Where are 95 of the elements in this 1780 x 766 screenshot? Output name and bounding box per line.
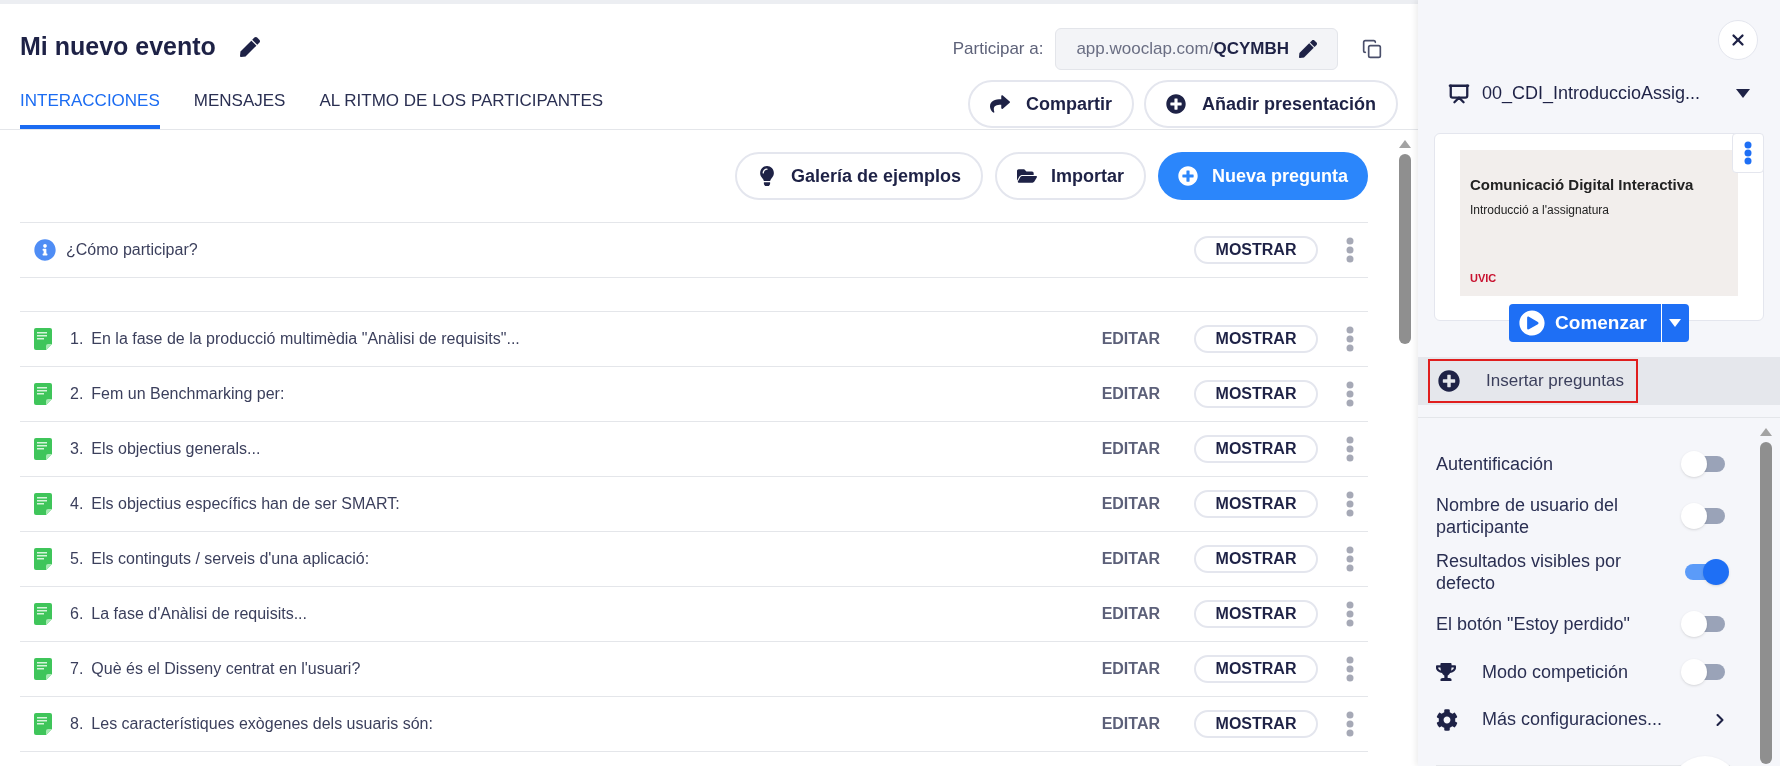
trophy-icon <box>1436 662 1456 682</box>
close-button[interactable] <box>1718 20 1758 60</box>
edit-button[interactable]: EDITAR <box>1101 602 1160 626</box>
info-icon <box>34 239 56 261</box>
question-number: 7. <box>70 659 84 679</box>
more-settings-link[interactable]: Más configuraciones... <box>1482 706 1686 733</box>
toolbar-button[interactable]: Galería de ejemplos <box>734 152 983 200</box>
presentation-icon <box>1448 82 1470 105</box>
question-number: 5. <box>70 549 84 569</box>
document-icon <box>34 603 52 625</box>
show-button[interactable]: MOSTRAR <box>1194 490 1318 518</box>
scrollbar-thumb[interactable] <box>1399 154 1411 344</box>
question-number: 4. <box>70 494 84 514</box>
question-title[interactable]: Fem un Benchmarking per: <box>91 382 1102 406</box>
edit-button[interactable]: EDITAR <box>1101 437 1160 461</box>
folder-icon <box>1016 166 1037 186</box>
slide-thumbnail[interactable]: Comunicació Digital Interactiva Introducció a l'assignatura UVIC <box>1460 150 1738 296</box>
start-button[interactable]: Comenzar <box>1509 304 1661 342</box>
event-url-field[interactable]: app.wooclap.com/QCYMBH <box>1055 28 1338 70</box>
show-button[interactable]: MOSTRAR <box>1194 236 1318 264</box>
setting-label: Resultados visibles por defecto <box>1436 549 1623 595</box>
question-number: 6. <box>70 604 84 624</box>
new-question-button[interactable]: Nueva pregunta <box>1157 152 1368 200</box>
question-title[interactable]: En la fase de la producció multimèdia "Anàlisi de requisits"... <box>91 327 1102 351</box>
tab[interactable]: INTERACCIONES <box>20 87 160 129</box>
header-button[interactable]: Compartir <box>967 80 1134 128</box>
question-title[interactable]: Les característiques exògenes dels usuaris són: <box>91 712 1102 736</box>
edit-button[interactable]: EDITAR <box>1101 492 1160 516</box>
document-icon <box>34 658 52 680</box>
question-number: 3. <box>70 439 84 459</box>
document-icon <box>34 438 52 460</box>
question-number: 2. <box>70 384 84 404</box>
scroll-up-arrow-icon[interactable] <box>1399 140 1411 148</box>
document-icon <box>34 383 52 405</box>
slide-options-button[interactable] <box>1732 133 1764 173</box>
scroll-up-arrow-icon[interactable] <box>1760 428 1772 436</box>
header-button[interactable]: Añadir presentación <box>1143 80 1398 128</box>
show-button[interactable]: MOSTRAR <box>1194 710 1318 738</box>
tab[interactable]: MENSAJES <box>193 87 286 129</box>
show-button[interactable]: MOSTRAR <box>1194 600 1318 628</box>
setting-label: Nombre de usuario del participante <box>1436 493 1620 539</box>
settings-icon <box>1436 708 1458 731</box>
edit-button[interactable]: EDITAR <box>1101 327 1160 351</box>
edit-button[interactable]: EDITAR <box>1101 657 1160 681</box>
copy-icon[interactable] <box>1362 39 1382 59</box>
more-options-icon[interactable] <box>1346 381 1354 407</box>
setting-label: Modo competición <box>1482 660 1629 684</box>
tab[interactable]: AL RITMO DE LOS PARTICIPANTES <box>319 87 604 129</box>
toolbar-button[interactable]: Importar <box>994 152 1146 200</box>
event-title: Mi nuevo evento <box>20 31 216 62</box>
edit-button[interactable]: EDITAR <box>1101 547 1160 571</box>
show-button[interactable]: MOSTRAR <box>1194 545 1318 573</box>
play-icon <box>1519 310 1546 336</box>
edit-icon[interactable] <box>1299 40 1317 58</box>
insert-questions-button[interactable]: Insertar preguntas <box>1428 359 1638 403</box>
slide-subtitle: Introducció a l'assignatura <box>1470 201 1611 219</box>
start-options-button[interactable] <box>1660 304 1689 342</box>
share-icon <box>989 94 1010 114</box>
more-options-icon[interactable] <box>1346 711 1354 737</box>
document-icon <box>34 328 52 350</box>
more-options-icon[interactable] <box>1346 436 1354 462</box>
question-title[interactable]: Els objectius específics han de ser SMART: <box>91 492 1102 516</box>
question-title[interactable]: Què és el Disseny centrat en l'usuari? <box>91 657 1102 681</box>
edit-icon[interactable] <box>239 36 260 57</box>
scrollbar-thumb[interactable] <box>1760 442 1772 764</box>
question-number: 8. <box>70 714 84 734</box>
presentation-select[interactable]: 00_CDI_IntroduccioAssig... <box>1482 80 1736 107</box>
slide-logo: UVIC <box>1470 270 1498 286</box>
slide-title: Comunicació Digital Interactiva <box>1470 175 1695 195</box>
question-title[interactable]: Els continguts / serveis d'una aplicació: <box>91 547 1102 571</box>
question-title[interactable]: La fase d'Anàlisi de requisits... <box>91 602 1102 626</box>
show-button[interactable]: MOSTRAR <box>1194 655 1318 683</box>
question-number: 1. <box>70 329 84 349</box>
more-options-icon[interactable] <box>1346 326 1354 352</box>
question-title[interactable]: Els objectius generals... <box>91 437 1102 461</box>
document-icon <box>34 493 52 515</box>
more-options-icon[interactable] <box>1346 601 1354 627</box>
more-options-icon[interactable] <box>1346 656 1354 682</box>
more-options-icon[interactable] <box>1346 546 1354 572</box>
info-text: ¿Cómo participar? <box>66 240 199 260</box>
setting-label: El botón "Estoy perdido" <box>1436 612 1630 636</box>
more-options-icon[interactable] <box>1346 237 1354 263</box>
more-options-icon <box>1744 141 1752 165</box>
edit-button[interactable]: EDITAR <box>1101 382 1160 406</box>
document-icon <box>34 713 52 735</box>
edit-button[interactable]: EDITAR <box>1101 712 1160 736</box>
more-options-icon[interactable] <box>1346 491 1354 517</box>
caret-icon[interactable] <box>1736 89 1750 98</box>
close-icon <box>1729 31 1747 49</box>
show-button[interactable]: MOSTRAR <box>1194 435 1318 463</box>
document-icon <box>34 548 52 570</box>
setting-label: Autentificación <box>1436 452 1554 476</box>
show-button[interactable]: MOSTRAR <box>1194 325 1318 353</box>
show-button[interactable]: MOSTRAR <box>1194 380 1318 408</box>
participate-label: Participar a: <box>952 38 1044 61</box>
